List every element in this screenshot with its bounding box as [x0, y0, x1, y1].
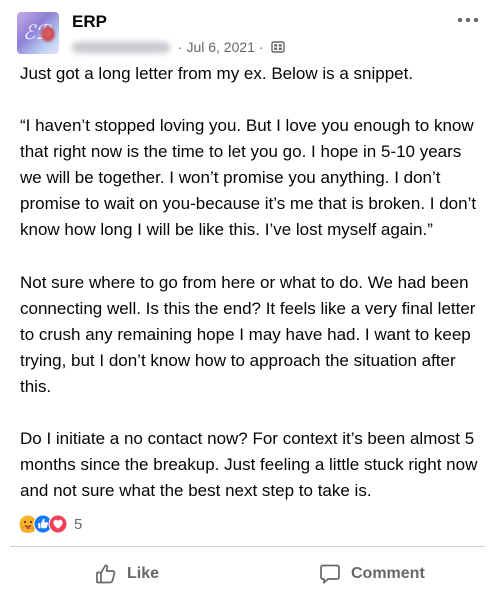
comment-button[interactable]: Comment — [319, 547, 425, 600]
more-options-button[interactable] — [455, 10, 481, 30]
group-name[interactable]: ERP — [72, 12, 107, 32]
comment-label: Comment — [351, 564, 425, 582]
post-paragraph: “I haven’t stopped loving you. But I lov… — [20, 116, 477, 240]
reaction-icons — [18, 514, 70, 534]
post-meta: · Jul 6, 2021 · — [72, 37, 286, 57]
post-actions: Like Comment — [0, 547, 495, 600]
post-card: ℰℬ ERP · Jul 6, 2021 · Just got a long l… — [0, 0, 495, 600]
post-date[interactable]: · Jul 6, 2021 · — [174, 39, 267, 55]
like-button[interactable]: Like — [95, 547, 159, 600]
group-avatar[interactable]: ℰℬ — [17, 12, 59, 54]
reaction-count: 5 — [74, 515, 83, 533]
like-label: Like — [127, 564, 160, 582]
post-text: Just got a long letter from my ex. Below… — [20, 61, 482, 504]
post-paragraph: Do I initiate a no contact now? For cont… — [20, 429, 478, 501]
thumbs-up-icon — [96, 564, 116, 583]
avatar-blob — [41, 26, 55, 42]
love-icon — [48, 514, 68, 534]
comment-icon — [320, 564, 340, 584]
reactions-summary[interactable]: 5 — [18, 513, 82, 535]
group-privacy-icon — [271, 40, 286, 54]
post-paragraph: Just got a long letter from my ex. Below… — [20, 64, 414, 83]
more-icon — [457, 17, 479, 23]
post-paragraph: Not sure where to go from here or what t… — [20, 272, 476, 396]
post-header: ℰℬ ERP · Jul 6, 2021 · — [0, 0, 495, 64]
author-name-redacted[interactable] — [72, 41, 170, 53]
